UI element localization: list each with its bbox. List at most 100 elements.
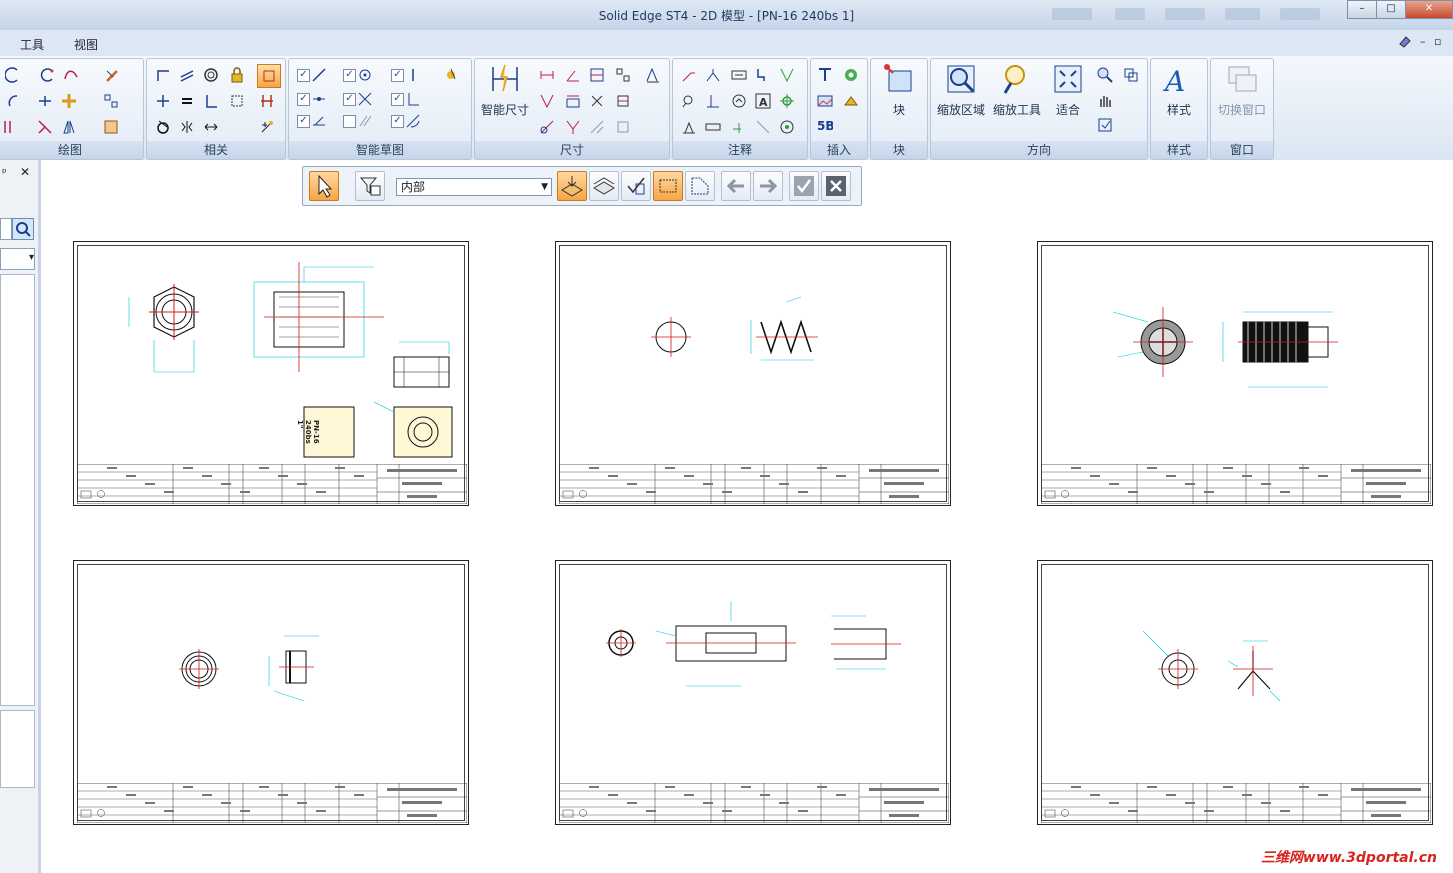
copy-dim-icon[interactable]	[589, 119, 605, 135]
checkbox-on-element[interactable]: ✓	[297, 93, 310, 106]
checkbox-angle[interactable]: ✓	[391, 115, 404, 128]
symmetric-diameter-icon[interactable]	[539, 93, 555, 109]
pane-dropdown[interactable]: ▾	[0, 248, 35, 270]
move-icon[interactable]	[61, 93, 77, 109]
fit-button[interactable]: 适合	[1043, 63, 1093, 118]
checkbox-intersection[interactable]: ✓	[343, 93, 356, 106]
hyperlink-icon[interactable]	[843, 67, 859, 83]
hand-icon[interactable]	[1097, 93, 1113, 109]
lock-icon[interactable]	[229, 67, 245, 83]
drawing-sheet[interactable]	[1037, 560, 1433, 825]
previous-button[interactable]	[721, 171, 751, 201]
fill-icon[interactable]	[103, 119, 119, 135]
collinear-icon[interactable]	[155, 119, 171, 135]
text-box-icon[interactable]: A	[755, 93, 771, 109]
rigid-set-icon[interactable]	[229, 93, 245, 109]
mirror-icon[interactable]	[61, 119, 77, 135]
connect-icon[interactable]	[155, 67, 171, 83]
cancel-button[interactable]	[821, 171, 851, 201]
maximize-button[interactable]: □	[1376, 0, 1406, 19]
pan-icon[interactable]	[1123, 67, 1139, 83]
arc-tangent-icon[interactable]	[39, 67, 55, 83]
centerline-icon[interactable]	[705, 93, 721, 109]
checkbox-perpendicular[interactable]: ✓	[391, 93, 404, 106]
chain-icon[interactable]	[705, 119, 721, 135]
zoom-area-button[interactable]: 缩放区域	[933, 63, 989, 118]
zoom-icon[interactable]	[1097, 67, 1113, 83]
curve-icon[interactable]	[63, 67, 79, 83]
image-icon[interactable]	[817, 93, 833, 109]
menu-view[interactable]: 视图	[74, 36, 98, 53]
balloon-icon[interactable]	[731, 67, 747, 83]
ribbon-minimize-icon[interactable]: –	[1420, 35, 1426, 48]
close-button[interactable]: ✕	[1405, 0, 1453, 19]
pane-search-icon[interactable]	[12, 218, 34, 240]
drawing-sheet[interactable]	[73, 560, 469, 825]
angle-between-icon[interactable]	[565, 119, 581, 135]
drawing-sheet[interactable]	[1037, 241, 1433, 506]
center-mark-icon[interactable]	[681, 93, 697, 109]
next-button[interactable]	[753, 171, 783, 201]
surface-texture-icon[interactable]	[731, 93, 747, 109]
checkbox-parallel[interactable]	[343, 115, 356, 128]
select-tool-button[interactable]	[309, 171, 339, 201]
pin-icon[interactable]: ᵖ	[2, 166, 7, 179]
tangent-icon[interactable]	[179, 67, 195, 83]
coordinate-dim-icon[interactable]	[589, 67, 605, 83]
datum-frame-icon[interactable]	[755, 67, 771, 83]
cutting-plane-icon[interactable]	[755, 119, 771, 135]
pencil-icon[interactable]	[105, 67, 121, 83]
perpendicular-icon[interactable]	[203, 93, 219, 109]
weld-symbol-icon[interactable]	[779, 67, 795, 83]
switch-window-button[interactable]: 切换窗口	[1214, 63, 1270, 118]
ribbon-restore-icon[interactable]: ▫	[1434, 35, 1441, 48]
checkbox-center[interactable]: ✓	[343, 69, 356, 82]
split-icon[interactable]	[37, 119, 53, 135]
drawing-sheet[interactable]	[555, 560, 951, 825]
angle-dim-icon[interactable]	[565, 67, 581, 83]
symbol-icon[interactable]: 5B	[817, 117, 833, 133]
smart-dimension-button[interactable]: 智能尺寸	[477, 63, 533, 118]
checkbox-endpoint[interactable]: ✓	[297, 69, 310, 82]
concentric-icon[interactable]	[203, 67, 219, 83]
leader-icon[interactable]	[681, 67, 697, 83]
layer-stack-button[interactable]	[589, 171, 619, 201]
auto-dim-icon[interactable]	[589, 93, 605, 109]
block-button[interactable]: 块	[871, 63, 927, 118]
options-icon[interactable]	[443, 67, 459, 83]
zoom-tool-button[interactable]: 缩放工具	[989, 63, 1045, 118]
distance-dim-icon[interactable]	[539, 67, 555, 83]
help-icon[interactable]	[1398, 35, 1412, 52]
chamfer-dim-icon[interactable]	[565, 93, 581, 109]
partial-box-select-button[interactable]	[685, 171, 715, 201]
checkbox-tangent[interactable]: ✓	[297, 115, 310, 128]
dimension-style-icon[interactable]	[645, 67, 661, 83]
offset-icon[interactable]	[1, 119, 17, 135]
view-icon[interactable]	[1097, 117, 1113, 133]
pane-field[interactable]	[0, 218, 12, 240]
box-select-button[interactable]	[653, 171, 683, 201]
target-icon[interactable]	[779, 119, 795, 135]
stack-copy-icon[interactable]	[615, 119, 631, 135]
edge-condition-icon[interactable]	[681, 119, 697, 135]
connector-icon[interactable]	[731, 119, 747, 135]
callout-icon[interactable]	[705, 67, 721, 83]
maintain-relations-icon[interactable]	[259, 93, 275, 109]
angular-coordinate-icon[interactable]	[615, 67, 631, 83]
checkbox-midpoint[interactable]: ✓	[391, 69, 404, 82]
relation-handles-icon[interactable]	[257, 64, 281, 88]
accept-button[interactable]	[789, 171, 819, 201]
drawing-sheet[interactable]	[555, 241, 951, 506]
object-icon[interactable]	[843, 93, 859, 109]
select-mode-dropdown[interactable]: 内部 ▼	[396, 178, 552, 196]
arc-icon[interactable]	[5, 67, 21, 83]
radial-dim-icon[interactable]	[539, 119, 555, 135]
text-icon[interactable]	[817, 67, 833, 83]
relation-assistant-icon[interactable]	[259, 119, 275, 135]
equal-icon[interactable]	[179, 93, 195, 109]
pane-close-icon[interactable]: ✕	[20, 165, 30, 179]
bolt-hole-circle-icon[interactable]	[779, 93, 795, 109]
horizontal-vertical-icon[interactable]	[155, 93, 171, 109]
layer-button[interactable]	[557, 171, 587, 201]
dimension-arrow-icon[interactable]	[203, 119, 219, 135]
